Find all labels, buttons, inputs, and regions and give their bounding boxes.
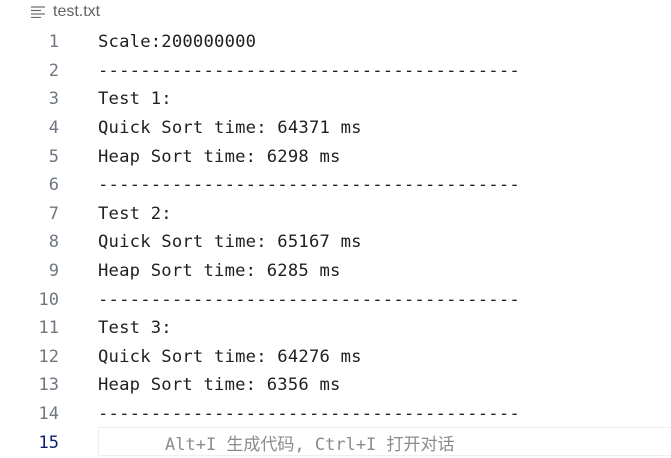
file-lines-icon xyxy=(31,6,45,18)
line-text[interactable]: Test 2: xyxy=(98,204,172,224)
editor-line[interactable]: 8 Quick Sort time: 65167 ms xyxy=(0,228,671,257)
editor-line[interactable]: 13 Heap Sort time: 6356 ms xyxy=(0,371,671,400)
editor[interactable]: 1 Scale:200000000 2 --------------------… xyxy=(0,28,671,457)
line-text[interactable]: Heap Sort time: 6298 ms xyxy=(98,147,341,167)
line-text[interactable]: Quick Sort time: 65167 ms xyxy=(98,232,362,252)
line-text[interactable]: Quick Sort time: 64276 ms xyxy=(98,347,362,367)
line-number-active: 15 xyxy=(38,432,59,453)
line-number: 14 xyxy=(38,404,59,425)
line-number: 13 xyxy=(38,375,59,396)
editor-line[interactable]: 2 --------------------------------------… xyxy=(0,57,671,86)
line-text[interactable]: Heap Sort time: 6285 ms xyxy=(98,261,341,281)
editor-line[interactable]: 1 Scale:200000000 xyxy=(0,28,671,57)
line-number: 3 xyxy=(48,89,59,110)
line-text[interactable]: ---------------------------------------- xyxy=(98,290,520,310)
line-number: 8 xyxy=(48,232,59,253)
editor-line-current[interactable]: 15 Alt+I 生成代码, Ctrl+I 打开对话 xyxy=(0,427,671,457)
line-text[interactable]: Test 3: xyxy=(98,318,172,338)
line-number: 2 xyxy=(48,60,59,81)
line-text[interactable]: ---------------------------------------- xyxy=(98,175,520,195)
inline-ai-hint: Alt+I 生成代码, Ctrl+I 打开对话 xyxy=(165,435,455,456)
editor-line[interactable]: 5 Heap Sort time: 6298 ms xyxy=(0,142,671,171)
line-number: 6 xyxy=(48,175,59,196)
line-number: 9 xyxy=(48,261,59,282)
line-number: 5 xyxy=(48,146,59,167)
breadcrumb[interactable]: test.txt xyxy=(0,0,100,24)
line-text[interactable]: ---------------------------------------- xyxy=(98,404,520,424)
editor-line[interactable]: 7 Test 2: xyxy=(0,200,671,229)
line-number: 12 xyxy=(38,346,59,367)
editor-line[interactable]: 4 Quick Sort time: 64371 ms xyxy=(0,114,671,143)
breadcrumb-filename[interactable]: test.txt xyxy=(53,3,100,21)
editor-line[interactable]: 6 --------------------------------------… xyxy=(0,171,671,200)
line-number: 11 xyxy=(38,318,59,339)
line-number: 10 xyxy=(38,289,59,310)
line-text[interactable]: Quick Sort time: 64371 ms xyxy=(98,118,362,138)
line-number: 7 xyxy=(48,203,59,224)
editor-line[interactable]: 14 -------------------------------------… xyxy=(0,400,671,429)
line-text[interactable]: Heap Sort time: 6356 ms xyxy=(98,375,341,395)
editor-line[interactable]: 10 -------------------------------------… xyxy=(0,285,671,314)
line-text[interactable]: Test 1: xyxy=(98,89,172,109)
editor-line[interactable]: 11 Test 3: xyxy=(0,314,671,343)
line-text[interactable]: ---------------------------------------- xyxy=(98,61,520,81)
line-number: 4 xyxy=(48,118,59,139)
line-text[interactable]: Scale:200000000 xyxy=(98,32,256,52)
editor-line[interactable]: 3 Test 1: xyxy=(0,85,671,114)
editor-line[interactable]: 9 Heap Sort time: 6285 ms xyxy=(0,257,671,286)
line-number: 1 xyxy=(48,32,59,53)
editor-line[interactable]: 12 Quick Sort time: 64276 ms xyxy=(0,343,671,372)
